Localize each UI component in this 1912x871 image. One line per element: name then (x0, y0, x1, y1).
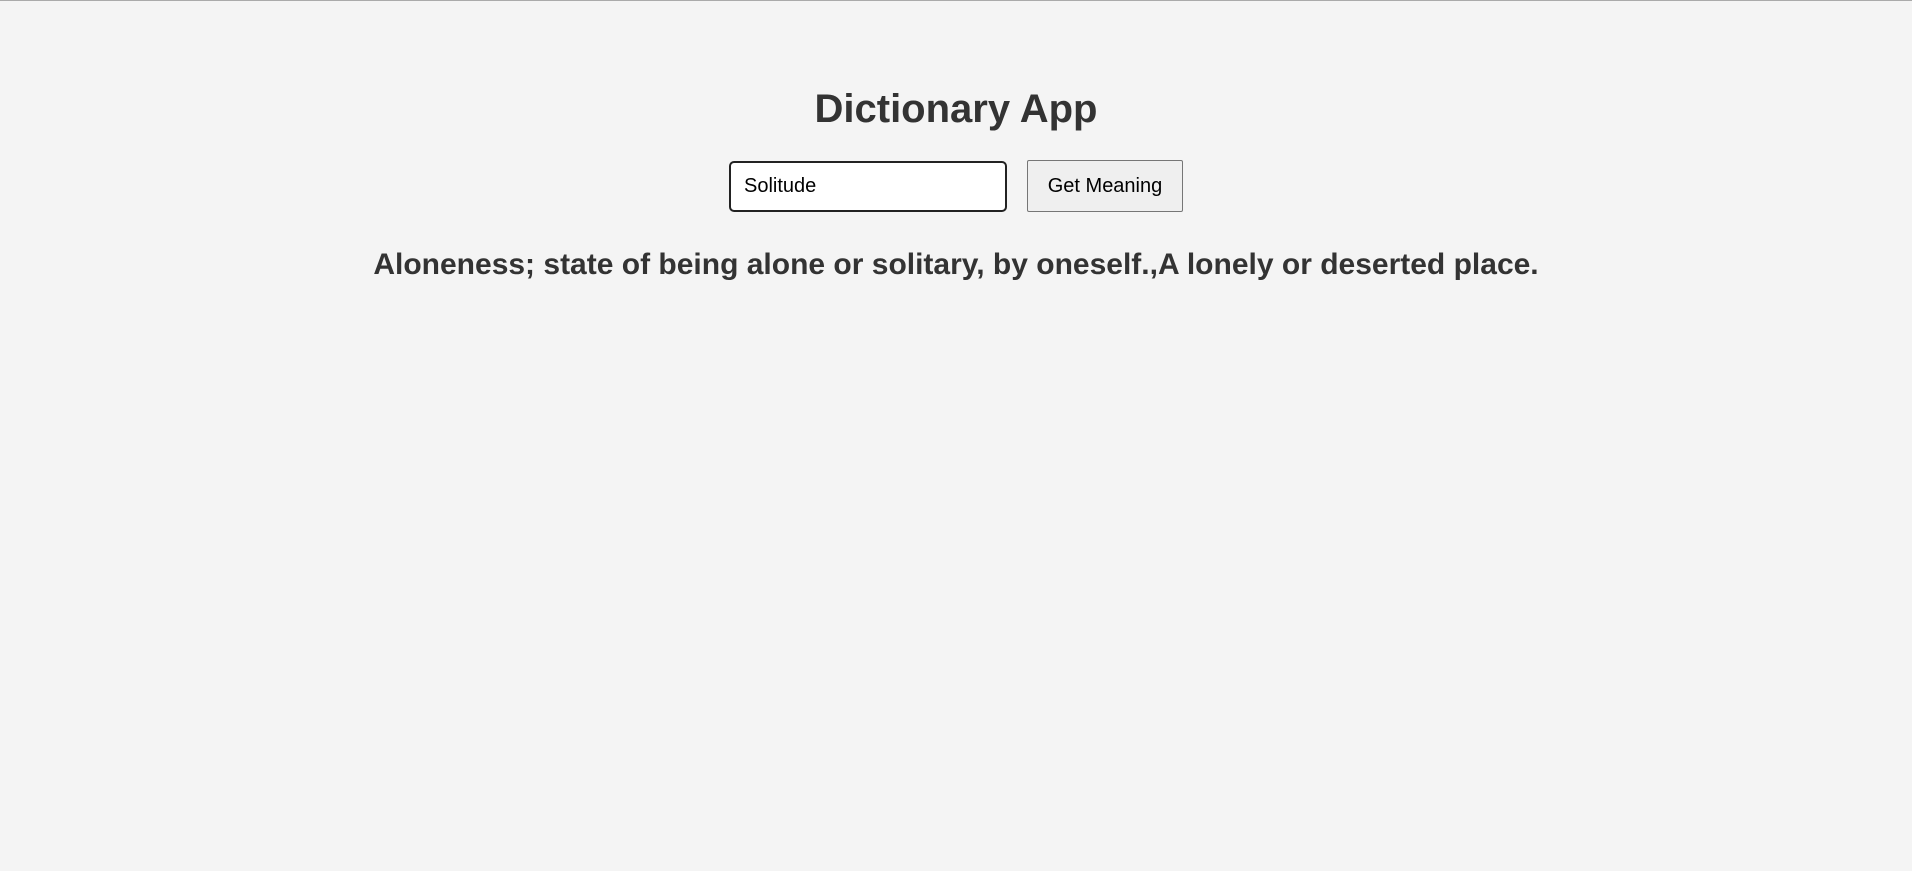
search-controls: Get Meaning (0, 160, 1912, 212)
page-title: Dictionary App (814, 87, 1098, 131)
meaning-result: Aloneness; state of being alone or solit… (373, 248, 1539, 281)
window-top-border (0, 0, 1912, 1)
get-meaning-button[interactable]: Get Meaning (1027, 160, 1183, 212)
dictionary-app: Dictionary App Get Meaning Aloneness; st… (0, 0, 1912, 283)
word-input[interactable] (729, 160, 1007, 212)
